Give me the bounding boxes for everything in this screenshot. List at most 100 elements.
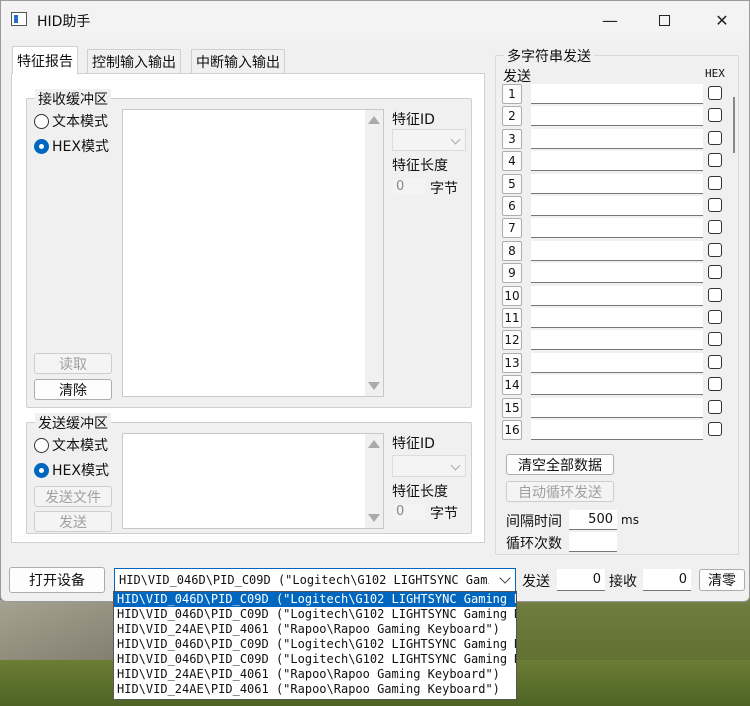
send-row-input[interactable] <box>531 375 703 396</box>
send-row-input[interactable] <box>531 285 703 306</box>
tab-feature-report[interactable]: 特征报告 <box>12 46 78 74</box>
hex-row-checkbox[interactable] <box>708 399 722 414</box>
device-dropdown-list[interactable]: HID\VID_046D\PID_C09D ("Logitech\G102 LI… <box>113 591 517 700</box>
hex-row-checkbox[interactable] <box>708 265 722 280</box>
send-row-input[interactable] <box>531 128 703 149</box>
hex-row-checkbox[interactable] <box>708 332 722 347</box>
send-row-input[interactable] <box>531 352 703 373</box>
hex-row-checkbox[interactable] <box>708 377 722 392</box>
device-option[interactable]: HID\VID_046D\PID_C09D ("Logitech\G102 LI… <box>114 637 516 652</box>
interval-input[interactable]: 500 <box>569 510 617 530</box>
hex-row-checkbox[interactable] <box>708 153 722 168</box>
send-text-mode-radio[interactable]: 文本模式 <box>34 435 108 455</box>
send-row-button[interactable]: 15 <box>502 397 522 418</box>
send-row-button[interactable]: 3 <box>502 128 522 149</box>
receive-feature-length-field[interactable]: 0 <box>392 178 426 196</box>
radio-icon <box>34 437 49 453</box>
receive-hex-mode-radio[interactable]: HEX模式 <box>34 136 109 156</box>
send-row-input[interactable] <box>531 420 703 440</box>
send-button[interactable]: 发送 <box>34 511 112 532</box>
send-feature-length-field[interactable]: 0 <box>392 503 426 521</box>
hex-row-checkbox[interactable] <box>708 130 722 145</box>
send-row-button[interactable]: 11 <box>502 308 522 328</box>
hex-row-checkbox[interactable] <box>708 242 722 257</box>
send-row-input[interactable] <box>531 397 703 418</box>
minimize-icon[interactable]: — <box>587 1 633 39</box>
receive-text-mode-radio[interactable]: 文本模式 <box>34 111 108 131</box>
send-row-input[interactable] <box>531 218 703 239</box>
title-bar[interactable]: HID助手 — ✕ <box>1 1 749 39</box>
hex-row-checkbox[interactable] <box>708 220 722 235</box>
send-scrollbar[interactable] <box>365 434 383 528</box>
send-file-button[interactable]: 发送文件 <box>34 486 112 507</box>
receive-buffer-textarea[interactable] <box>122 109 384 397</box>
send-row-button[interactable]: 13 <box>502 352 522 373</box>
device-option[interactable]: HID\VID_24AE\PID_4061 ("Rapoo\Rapoo Gami… <box>114 682 516 697</box>
scroll-down-icon[interactable] <box>368 382 380 390</box>
send-row-input[interactable] <box>531 308 703 328</box>
scroll-thumb[interactable] <box>733 97 735 153</box>
send-row-button[interactable]: 9 <box>502 263 522 284</box>
device-select[interactable]: HID\VID_046D\PID_C09D ("Logitech\G102 LI… <box>114 568 516 592</box>
hex-row-checkbox[interactable] <box>708 175 722 190</box>
send-feature-id-select[interactable] <box>392 455 466 477</box>
send-row-button[interactable]: 1 <box>502 84 522 104</box>
send-row-button[interactable]: 6 <box>502 196 522 216</box>
device-option[interactable]: HID\VID_24AE\PID_4061 ("Rapoo\Rapoo Gami… <box>114 667 516 682</box>
tab-control-io[interactable]: 控制输入输出 <box>87 49 181 73</box>
chevron-down-icon[interactable] <box>499 572 511 584</box>
send-row-button[interactable]: 2 <box>502 106 522 127</box>
send-row-button[interactable]: 12 <box>502 330 522 351</box>
send-buffer-textarea[interactable] <box>122 433 384 529</box>
multi-send-header: 发送 <box>503 69 531 85</box>
send-row-input[interactable] <box>531 173 703 194</box>
send-row-button[interactable]: 4 <box>502 151 522 172</box>
clear-all-button[interactable]: 清空全部数据 <box>506 454 614 475</box>
hex-row-checkbox[interactable] <box>708 198 722 212</box>
send-row-input[interactable] <box>531 84 703 104</box>
receive-scrollbar[interactable] <box>365 110 383 396</box>
hex-row-checkbox[interactable] <box>708 86 722 100</box>
close-icon[interactable]: ✕ <box>699 1 745 39</box>
hex-row-checkbox[interactable] <box>708 310 722 324</box>
send-row-button[interactable]: 5 <box>502 173 522 194</box>
send-row-input[interactable] <box>531 240 703 261</box>
send-row-button[interactable]: 10 <box>502 285 522 306</box>
device-option[interactable]: HID\VID_046D\PID_C09D ("Logitech\G102 LI… <box>114 592 516 607</box>
device-option[interactable]: HID\VID_046D\PID_C09D ("Logitech\G102 LI… <box>114 652 516 667</box>
tab-label: 中断输入输出 <box>196 54 280 71</box>
send-row-input[interactable] <box>531 196 703 216</box>
send-row-button[interactable]: 8 <box>502 240 522 261</box>
auto-loop-send-button[interactable]: 自动循环发送 <box>506 481 614 502</box>
read-button[interactable]: 读取 <box>34 353 112 374</box>
maximize-icon[interactable] <box>641 1 687 39</box>
hex-row-checkbox[interactable] <box>708 422 722 436</box>
device-option[interactable]: HID\VID_046D\PID_C09D ("Logitech\G102 LI… <box>114 607 516 622</box>
receive-feature-id-select[interactable] <box>392 129 466 151</box>
send-row-button[interactable]: 7 <box>502 218 522 239</box>
clear-button[interactable]: 清除 <box>34 379 112 400</box>
send-buffer-group: 发送缓冲区 文本模式 HEX模式 发送文件 发送 特征ID 特征长度 0 字节 <box>26 413 472 534</box>
device-option[interactable]: HID\VID_24AE\PID_4061 ("Rapoo\Rapoo Gami… <box>114 622 516 637</box>
send-feature-length-label: 特征长度 <box>392 484 448 500</box>
radio-label: HEX模式 <box>52 139 109 155</box>
hex-row-checkbox[interactable] <box>708 108 722 123</box>
hex-row-checkbox[interactable] <box>708 354 722 369</box>
send-row-input[interactable] <box>531 106 703 127</box>
send-row-button[interactable]: 16 <box>502 420 522 440</box>
loop-count-input[interactable] <box>569 532 617 552</box>
send-row-input[interactable] <box>531 151 703 172</box>
scroll-up-icon[interactable] <box>368 116 380 124</box>
scroll-up-icon[interactable] <box>368 440 380 448</box>
send-row-input[interactable] <box>531 263 703 284</box>
reset-counts-button[interactable]: 清零 <box>699 569 745 591</box>
send-row-input[interactable] <box>531 330 703 351</box>
multi-send-scrollbar[interactable] <box>731 81 737 441</box>
open-device-button[interactable]: 打开设备 <box>9 567 105 593</box>
send-unit-label: 字节 <box>430 506 458 522</box>
send-row-button[interactable]: 14 <box>502 375 522 396</box>
scroll-down-icon[interactable] <box>368 514 380 522</box>
send-hex-mode-radio[interactable]: HEX模式 <box>34 460 109 480</box>
hex-row-checkbox[interactable] <box>708 287 722 302</box>
tab-interrupt-io[interactable]: 中断输入输出 <box>191 49 285 73</box>
